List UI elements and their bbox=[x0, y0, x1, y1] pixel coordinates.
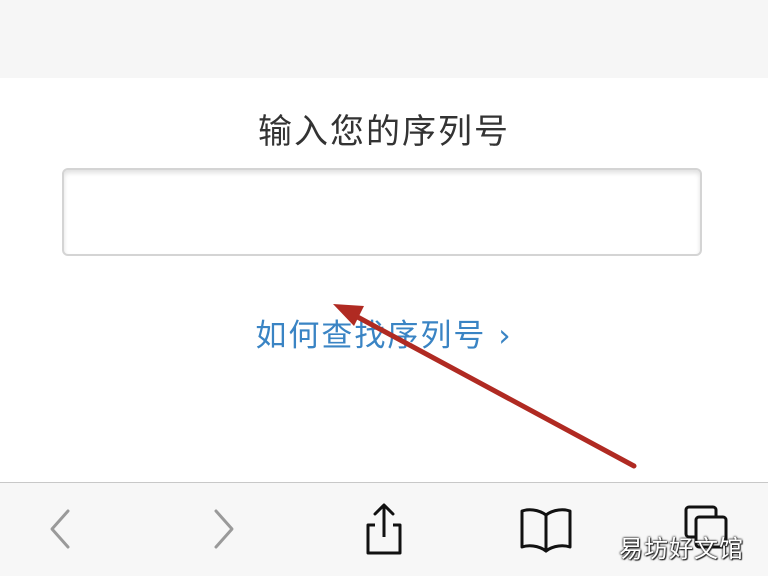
share-button[interactable] bbox=[356, 501, 412, 557]
watermark-text: 易坊好文馆 bbox=[619, 535, 744, 563]
chevron-left-icon bbox=[50, 509, 70, 549]
browser-toolbar: 易坊好文馆 bbox=[0, 482, 768, 576]
bookmarks-button[interactable] bbox=[518, 501, 574, 557]
serial-number-title: 输入您的序列号 bbox=[258, 112, 510, 152]
forward-button[interactable] bbox=[196, 501, 252, 557]
book-icon bbox=[520, 508, 572, 553]
chevron-right-icon bbox=[214, 509, 234, 549]
find-serial-number-link[interactable]: 如何查找序列号 › bbox=[0, 310, 768, 355]
browser-top-bar bbox=[0, 0, 768, 78]
share-icon bbox=[366, 503, 402, 555]
back-button[interactable] bbox=[32, 501, 88, 557]
serial-number-input[interactable] bbox=[62, 168, 702, 256]
